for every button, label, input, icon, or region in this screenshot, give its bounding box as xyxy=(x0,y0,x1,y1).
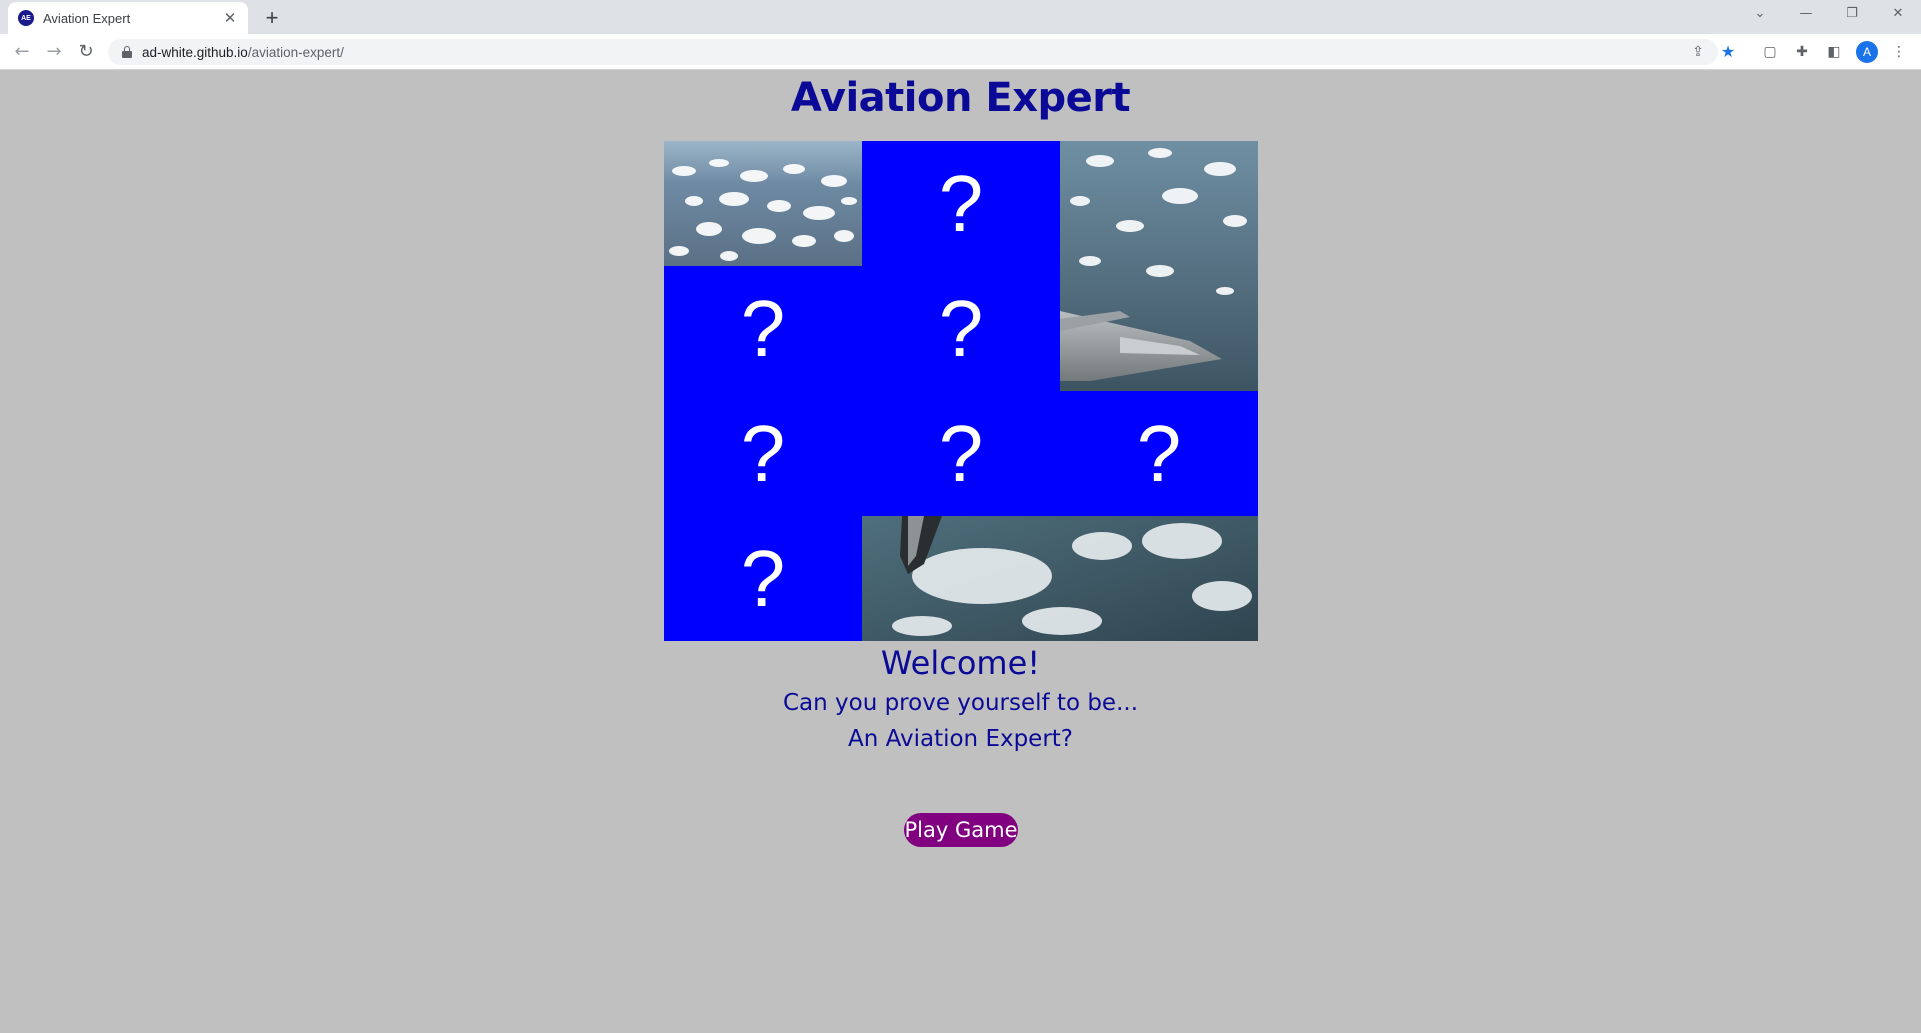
profile-avatar[interactable]: A xyxy=(1856,41,1878,63)
welcome-heading: Welcome! xyxy=(880,644,1041,682)
browser-tab-strip: AE Aviation Expert ✕ + ⌄ — ❐ ✕ xyxy=(0,0,1921,34)
back-arrow-icon[interactable]: ← xyxy=(8,38,36,66)
site-favicon-icon: AE xyxy=(18,10,34,26)
aircraft-wing-image xyxy=(1060,141,1258,391)
aircraft-nose-image xyxy=(862,516,1258,641)
question-mark: ? xyxy=(938,283,984,373)
url-host: ad-white.github.io xyxy=(142,44,248,60)
revealed-card-wing[interactable] xyxy=(1060,141,1258,391)
share-icon[interactable]: ⇪ xyxy=(1686,39,1710,65)
hidden-card[interactable]: ? xyxy=(664,391,862,516)
question-mark: ? xyxy=(740,283,786,373)
question-mark: ? xyxy=(740,408,786,498)
side-panel-icon[interactable]: ◧ xyxy=(1822,40,1846,64)
revealed-card-clouds[interactable] xyxy=(664,141,862,266)
restore-button[interactable]: ❐ xyxy=(1829,0,1875,30)
lock-icon[interactable] xyxy=(122,46,132,58)
question-mark: ? xyxy=(1136,408,1182,498)
tab-title: Aviation Expert xyxy=(43,10,131,26)
browser-toolbar: ← → ↻ ad-white.github.io/aviation-expert… xyxy=(0,34,1921,70)
extension-page-icon[interactable]: ▢ xyxy=(1758,40,1782,64)
hidden-card[interactable]: ? xyxy=(664,516,862,641)
question-mark: ? xyxy=(740,533,786,623)
minimize-button[interactable]: — xyxy=(1783,0,1829,30)
forward-arrow-icon[interactable]: → xyxy=(40,38,68,66)
address-bar[interactable]: ad-white.github.io/aviation-expert/ ⇪ ★ xyxy=(108,39,1735,65)
new-tab-button[interactable]: + xyxy=(258,5,286,33)
reload-icon[interactable]: ↻ xyxy=(72,38,100,66)
memory-card-grid: ? ? ? ? ? ? ? xyxy=(664,141,1258,641)
question-mark: ? xyxy=(938,158,984,248)
tagline-line-1: Can you prove yourself to be... xyxy=(782,690,1139,716)
revealed-card-nose[interactable] xyxy=(862,516,1258,641)
browser-tab[interactable]: AE Aviation Expert ✕ xyxy=(8,2,248,34)
page-body: Aviation Expert ? ? ? ? ? ? ? Welcome! C… xyxy=(0,71,1921,1033)
close-window-button[interactable]: ✕ xyxy=(1875,0,1921,30)
tab-search-icon[interactable]: ⌄ xyxy=(1737,0,1783,30)
hidden-card[interactable]: ? xyxy=(862,391,1060,516)
page-title: Aviation Expert xyxy=(790,75,1131,121)
extensions-puzzle-icon[interactable]: ✚ xyxy=(1790,40,1814,64)
more-menu-icon[interactable]: ⋮ xyxy=(1887,40,1911,64)
play-game-button[interactable]: Play Game xyxy=(904,813,1018,847)
question-mark: ? xyxy=(938,408,984,498)
bookmark-star-icon[interactable]: ★ xyxy=(1716,39,1740,65)
hidden-card[interactable]: ? xyxy=(862,141,1060,266)
tab-close-icon[interactable]: ✕ xyxy=(222,9,238,27)
tagline-line-2: An Aviation Expert? xyxy=(847,726,1074,752)
clouds-image xyxy=(664,141,862,266)
hidden-card[interactable]: ? xyxy=(862,266,1060,391)
url-path: /aviation-expert/ xyxy=(247,44,344,60)
hidden-card[interactable]: ? xyxy=(664,266,862,391)
hidden-card[interactable]: ? xyxy=(1060,391,1258,516)
